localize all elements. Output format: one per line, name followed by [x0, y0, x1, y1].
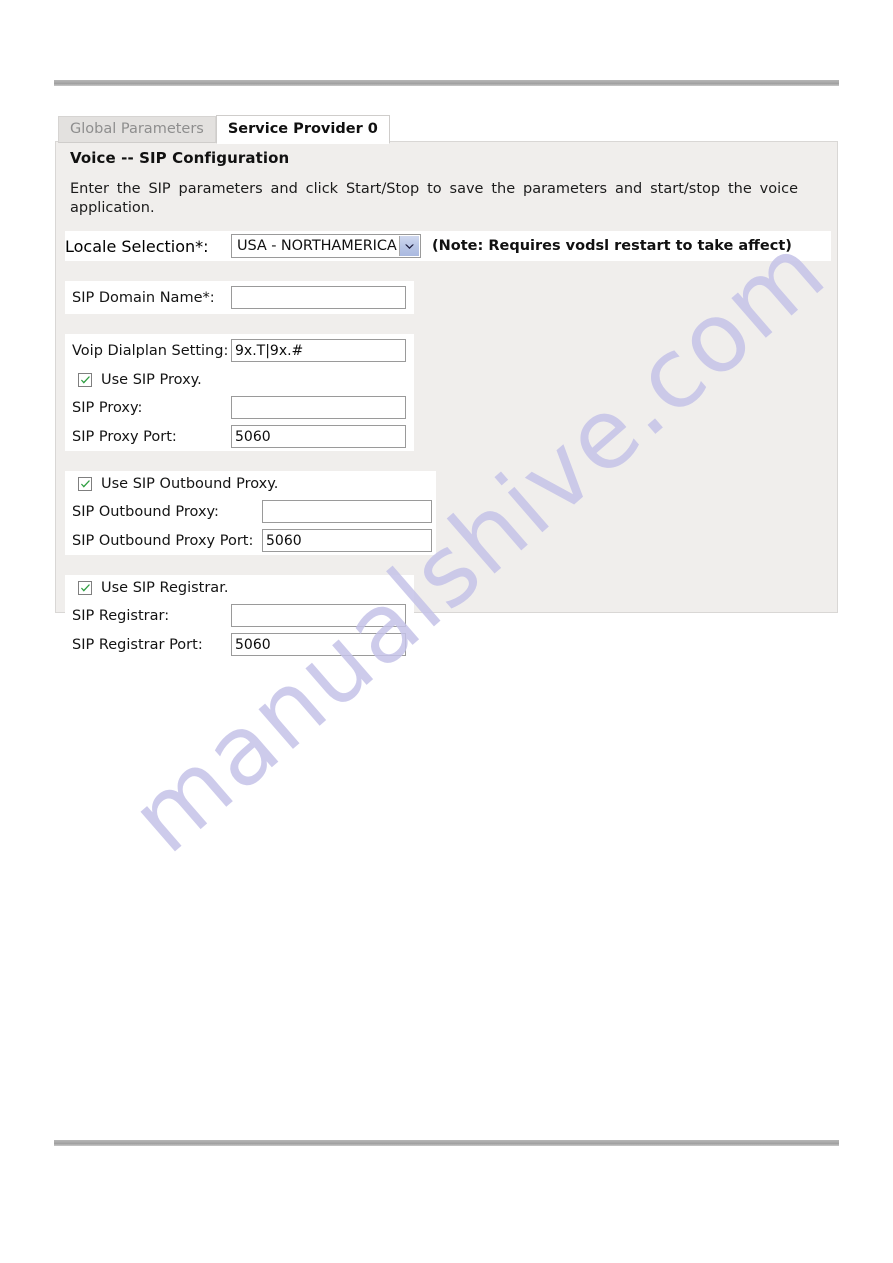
sip-outbound-proxy-port-input[interactable] [262, 529, 432, 552]
sip-proxy-row: SIP Proxy: [65, 393, 414, 422]
sip-proxy-port-input[interactable] [231, 425, 406, 448]
voip-dialplan-row: Voip Dialplan Setting: [65, 334, 414, 367]
use-sip-proxy-checkbox[interactable] [78, 373, 92, 387]
use-sip-registrar-label: Use SIP Registrar. [101, 580, 229, 596]
use-sip-proxy-row[interactable]: Use SIP Proxy. [65, 367, 414, 393]
sip-registrar-port-input[interactable] [231, 633, 406, 656]
sip-registrar-label: SIP Registrar: [72, 607, 170, 624]
sip-domain-name-row: SIP Domain Name*: [65, 281, 414, 314]
sip-proxy-port-label: SIP Proxy Port: [72, 428, 177, 445]
sip-registrar-row: SIP Registrar: [65, 601, 414, 630]
sip-registrar-port-label: SIP Registrar Port: [72, 636, 203, 653]
sip-outbound-proxy-input[interactable] [262, 500, 432, 523]
use-sip-registrar-row[interactable]: Use SIP Registrar. [65, 575, 414, 601]
sip-proxy-input[interactable] [231, 396, 406, 419]
use-sip-proxy-label: Use SIP Proxy. [101, 372, 202, 388]
locale-selection-label: Locale Selection*: [65, 236, 209, 256]
sip-outbound-proxy-port-label: SIP Outbound Proxy Port: [72, 532, 254, 549]
tab-service-provider-0-label: Service Provider 0 [227, 121, 378, 138]
sip-registrar-group: Use SIP Registrar. SIP Registrar: SIP Re… [65, 575, 414, 659]
use-sip-registrar-checkbox[interactable] [78, 581, 92, 595]
tab-bar: Global Parameters Service Provider 0 [58, 115, 390, 144]
sip-registrar-input[interactable] [231, 604, 406, 627]
sip-proxy-label: SIP Proxy: [72, 399, 143, 416]
chevron-down-icon[interactable] [399, 236, 419, 256]
sip-outbound-proxy-label: SIP Outbound Proxy: [72, 503, 219, 520]
sip-outbound-proxy-group: Use SIP Outbound Proxy. SIP Outbound Pro… [65, 471, 436, 555]
use-sip-outbound-proxy-checkbox[interactable] [78, 477, 92, 491]
tab-service-provider-0[interactable]: Service Provider 0 [215, 115, 390, 144]
page-title: Voice -- SIP Configuration [70, 149, 290, 167]
sip-domain-name-label: SIP Domain Name*: [72, 289, 215, 306]
sip-proxy-group: Voip Dialplan Setting: Use SIP Proxy. SI… [65, 334, 414, 451]
sip-registrar-port-row: SIP Registrar Port: [65, 630, 414, 659]
voip-dialplan-input[interactable] [231, 339, 406, 362]
sip-form: Locale Selection*: USA - NORTHAMERICA (N… [65, 231, 831, 659]
sip-proxy-port-row: SIP Proxy Port: [65, 422, 414, 451]
tab-global-parameters[interactable]: Global Parameters [58, 116, 216, 143]
header-divider [54, 80, 839, 86]
sip-domain-name-input[interactable] [231, 286, 406, 309]
locale-selection-select[interactable]: USA - NORTHAMERICA [231, 234, 421, 258]
locale-selection-value: USA - NORTHAMERICA [237, 238, 397, 254]
sip-outbound-proxy-row: SIP Outbound Proxy: [65, 497, 436, 526]
tab-global-parameters-label: Global Parameters [70, 121, 204, 138]
locale-row: Locale Selection*: USA - NORTHAMERICA (N… [65, 231, 831, 261]
sip-domain-name-group: SIP Domain Name*: [65, 281, 414, 314]
sip-configuration-panel: Voice -- SIP Configuration Enter the SIP… [55, 141, 838, 659]
panel-description: Enter the SIP parameters and click Start… [70, 181, 798, 217]
locale-restart-note: (Note: Requires vodsl restart to take af… [432, 238, 792, 254]
sip-outbound-proxy-port-row: SIP Outbound Proxy Port: [65, 526, 436, 555]
voip-dialplan-label: Voip Dialplan Setting: [72, 342, 229, 359]
use-sip-outbound-proxy-label: Use SIP Outbound Proxy. [101, 476, 279, 492]
use-sip-outbound-proxy-row[interactable]: Use SIP Outbound Proxy. [65, 471, 436, 497]
footer-divider [54, 1140, 839, 1146]
